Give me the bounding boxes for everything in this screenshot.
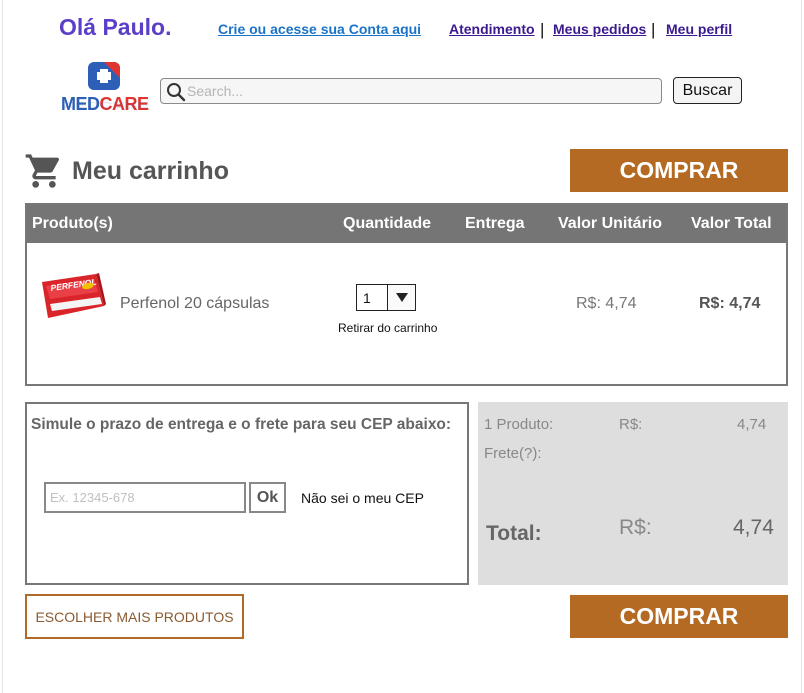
summary-total-value: 4,74 bbox=[733, 516, 774, 539]
chevron-down-icon bbox=[396, 293, 408, 302]
column-header-delivery: Entrega bbox=[465, 215, 525, 232]
product-name[interactable]: Perfenol 20 cápsulas bbox=[120, 295, 269, 313]
cart-table: Produto(s) Quantidade Entrega Valor Unit… bbox=[25, 203, 788, 386]
summary-products-value: 4,74 bbox=[737, 416, 767, 433]
search-bar bbox=[160, 78, 662, 104]
cep-input[interactable] bbox=[44, 482, 246, 513]
summary-freight-label[interactable]: Frete(?): bbox=[484, 445, 542, 462]
medcare-cross-logo-icon bbox=[88, 62, 120, 90]
search-button[interactable]: Buscar bbox=[673, 77, 742, 104]
quantity-select[interactable]: 1 bbox=[356, 284, 416, 311]
page-title: Meu carrinho bbox=[72, 157, 229, 185]
table-header: Produto(s) Quantidade Entrega Valor Unit… bbox=[27, 205, 786, 243]
search-icon bbox=[167, 83, 186, 102]
nav-link-atendimento[interactable]: Atendimento bbox=[449, 21, 535, 37]
nav-link-meu-perfil[interactable]: Meu perfil bbox=[666, 21, 732, 37]
account-link[interactable]: Crie ou acesse sua Conta aqui bbox=[218, 21, 421, 37]
column-header-unit-price: Valor Unitário bbox=[558, 215, 663, 232]
order-summary: 1 Produto: R$: 4,74 Frete(?): Total: R$:… bbox=[478, 402, 788, 585]
choose-more-products-button[interactable]: ESCOLHER MAIS PRODUTOS bbox=[25, 594, 244, 639]
cep-ok-button[interactable]: Ok bbox=[249, 482, 286, 513]
remove-from-cart-link[interactable]: Retirar do carrinho bbox=[338, 321, 437, 335]
nav-separator: | bbox=[540, 20, 545, 39]
quantity-dropdown-button[interactable] bbox=[387, 285, 415, 310]
summary-total-label: Total: bbox=[486, 522, 542, 545]
buy-button-bottom[interactable]: COMPRAR bbox=[570, 595, 788, 638]
nav-separator: | bbox=[651, 20, 656, 39]
summary-total-currency: R$: bbox=[619, 516, 652, 539]
summary-products-label: 1 Produto: bbox=[484, 416, 554, 433]
column-header-product: Produto(s) bbox=[32, 215, 113, 232]
search-input[interactable] bbox=[185, 81, 655, 101]
nav-link-meus-pedidos[interactable]: Meus pedidos bbox=[553, 21, 646, 37]
column-header-quantity: Quantidade bbox=[343, 215, 432, 232]
medcare-logo[interactable]: MEDCARE MEDCARE bbox=[59, 58, 151, 124]
logo-reflection: MEDCARE bbox=[61, 100, 149, 110]
unit-price: R$: 4,74 bbox=[576, 295, 637, 312]
summary-products-currency: R$: bbox=[619, 416, 643, 433]
shipping-simulator: Simule o prazo de entrega e o frete para… bbox=[25, 402, 469, 585]
item-total-price: R$: 4,74 bbox=[699, 295, 761, 312]
column-header-total-price: Valor Total bbox=[691, 215, 772, 232]
dont-know-cep-link[interactable]: Não sei o meu CEP bbox=[301, 490, 424, 506]
cart-icon bbox=[25, 154, 60, 188]
user-greeting: Olá Paulo. bbox=[59, 14, 172, 40]
quantity-value: 1 bbox=[363, 290, 371, 306]
buy-button-top[interactable]: COMPRAR bbox=[570, 149, 788, 192]
product-image[interactable]: PERFENOL bbox=[38, 270, 108, 322]
shipping-title: Simule o prazo de entrega e o frete para… bbox=[31, 416, 452, 433]
